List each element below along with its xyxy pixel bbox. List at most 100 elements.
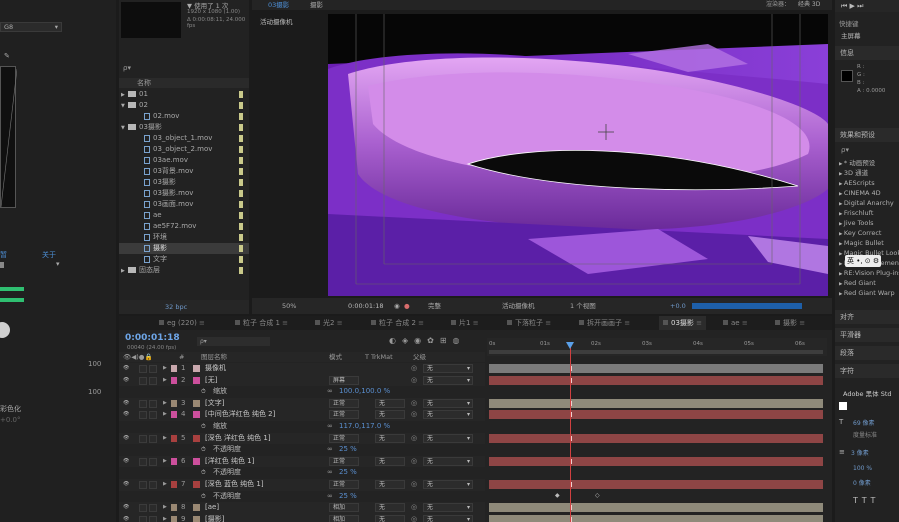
- close-icon[interactable]: ≡: [197, 319, 205, 327]
- close-icon[interactable]: ≡: [740, 319, 748, 327]
- layer-name[interactable]: [文字]: [205, 398, 224, 410]
- effect-category[interactable]: ▶ Frischluft: [839, 208, 873, 218]
- render-canvas[interactable]: [328, 14, 828, 296]
- work-area-bar[interactable]: [489, 350, 823, 354]
- timeline-tab[interactable]: 拆开画画子 ≡: [579, 316, 630, 330]
- property-row[interactable]: ⏱ 缩放 ∞ 117.0,117.0 %: [119, 421, 485, 433]
- project-item[interactable]: 文字: [119, 254, 249, 265]
- baseline-value[interactable]: 0 像素: [853, 478, 871, 487]
- channel-dropdown[interactable]: G8 ▾: [0, 22, 62, 32]
- property-value[interactable]: 25 %: [339, 444, 357, 456]
- trkmat-select[interactable]: 无: [375, 480, 405, 489]
- project-item[interactable]: ae: [119, 210, 249, 221]
- effect-category[interactable]: ▶ RE:Vision Plug-ins: [839, 268, 899, 278]
- comp-breadcrumb[interactable]: 摄影: [310, 0, 323, 10]
- solo-toggle[interactable]: [139, 399, 147, 408]
- play-icon[interactable]: ▶: [850, 2, 855, 10]
- timeline-tab[interactable]: eg (220) ≡: [159, 316, 205, 330]
- pickwhip-icon[interactable]: ◎: [411, 375, 417, 387]
- parent-select[interactable]: 无 ▾: [423, 398, 473, 408]
- effect-category[interactable]: ▶ Red Giant: [839, 278, 876, 288]
- project-item[interactable]: ▼ 02: [119, 100, 249, 111]
- timeline-tab[interactable]: 粒子 合成 2 ≡: [371, 316, 424, 330]
- stopwatch-icon[interactable]: ⏱: [201, 386, 206, 398]
- twirl-icon[interactable]: ▶: [163, 375, 167, 387]
- close-icon[interactable]: ≡: [694, 319, 702, 327]
- hue-dial[interactable]: [0, 322, 10, 338]
- blend-mode-select[interactable]: 相加: [329, 503, 359, 513]
- visibility-toggle[interactable]: 👁: [123, 409, 129, 421]
- close-icon[interactable]: ≡: [280, 319, 288, 327]
- layer-row[interactable]: 👁 ▶ 3 [文字] 正常无 ◎ 无 ▾: [119, 397, 485, 410]
- label-color-swatch[interactable]: [239, 267, 243, 274]
- layer-name[interactable]: [无]: [205, 375, 217, 387]
- reset-link[interactable]: 暂: [0, 250, 7, 260]
- stopwatch-icon[interactable]: ⏱: [201, 444, 206, 456]
- zoom-select[interactable]: 50%: [282, 298, 296, 314]
- about-link[interactable]: 关于: [42, 250, 56, 260]
- layer-name[interactable]: [洋红色 纯色 1]: [205, 456, 254, 468]
- twirl-icon[interactable]: ▶: [121, 266, 128, 277]
- effect-category[interactable]: ▶ * 动画预设: [839, 158, 875, 168]
- project-search-input[interactable]: ρ▾: [123, 64, 131, 72]
- trkmat-select[interactable]: 无: [375, 398, 405, 408]
- property-row[interactable]: ⏱ 不透明度 ∞ 25 %: [119, 444, 485, 456]
- bpc-label[interactable]: 32 bpc: [165, 300, 187, 314]
- project-item[interactable]: ▼ 03摄影: [119, 122, 249, 133]
- project-item[interactable]: 环境: [119, 232, 249, 243]
- lock-toggle[interactable]: [149, 376, 157, 385]
- label-color-swatch[interactable]: [239, 212, 243, 219]
- blend-mode-select[interactable]: 正常: [329, 480, 359, 489]
- label-color-swatch[interactable]: [239, 146, 243, 153]
- label-color-swatch[interactable]: [239, 168, 243, 175]
- label-color-swatch[interactable]: [171, 365, 177, 372]
- timeline-tab[interactable]: 片1 ≡: [451, 316, 479, 330]
- first-frame-icon[interactable]: ⏮: [841, 2, 847, 10]
- effect-category[interactable]: ▶ Magic Bullet: [839, 238, 884, 248]
- pickwhip-icon[interactable]: ◎: [411, 398, 417, 410]
- layer-row[interactable]: 👁 ▶ 1 摄像机 ◎ 无 ▾: [119, 363, 485, 375]
- pickwhip-icon[interactable]: ◎: [411, 433, 417, 445]
- project-item[interactable]: 03画面.mov: [119, 199, 249, 210]
- parent-select[interactable]: 无 ▾: [423, 364, 473, 373]
- renderer-value[interactable]: 经典 3D: [798, 0, 820, 10]
- twirl-icon[interactable]: ▶: [163, 479, 167, 491]
- property-value[interactable]: 25 %: [339, 491, 357, 503]
- effect-category[interactable]: ▶ Digital Anarchy: [839, 198, 894, 208]
- project-item[interactable]: 03背景.mov: [119, 166, 249, 177]
- font-size-value[interactable]: 69 像素: [853, 418, 875, 427]
- close-icon[interactable]: ≡: [543, 319, 551, 327]
- layer-row[interactable]: 👁 ▶ 2 [无] 屏幕 ◎ 无 ▾: [119, 374, 485, 387]
- timeline-tab[interactable]: 光2 ≡: [315, 316, 343, 330]
- project-item[interactable]: ae5F72.mov: [119, 221, 249, 232]
- effect-category[interactable]: ▶ Red Giant Warp: [839, 288, 895, 298]
- visibility-toggle[interactable]: 👁: [123, 514, 129, 522]
- chevron-down-icon[interactable]: ▾: [56, 260, 60, 268]
- parent-select[interactable]: 无 ▾: [423, 480, 473, 489]
- layer-row[interactable]: 👁 ▶ 8 [ae] 相加无 ◎ 无 ▾: [119, 502, 485, 514]
- blend-mode-select[interactable]: 屏幕: [329, 375, 359, 385]
- layer-name[interactable]: [ae]: [205, 502, 219, 514]
- keyframe-icon[interactable]: ◇: [595, 492, 600, 499]
- lock-toggle[interactable]: [149, 411, 157, 420]
- visibility-toggle[interactable]: 👁: [123, 433, 129, 445]
- trkmat-select[interactable]: 无: [375, 410, 405, 420]
- layer-name[interactable]: 摄像机: [205, 363, 226, 375]
- close-icon[interactable]: ≡: [416, 319, 424, 327]
- property-row[interactable]: ⏱ 不透明度 ∞ 25 %: [119, 491, 485, 503]
- project-item[interactable]: 03ae.mov: [119, 155, 249, 166]
- wrench-icon[interactable]: ✎: [4, 52, 10, 60]
- trkmat-select[interactable]: 无: [375, 503, 405, 513]
- blend-mode-select[interactable]: 正常: [329, 410, 359, 420]
- property-row[interactable]: ⏱ 缩放 ∞ 100.0,100.0 %: [119, 386, 485, 398]
- layer-duration-bar[interactable]: [489, 480, 823, 489]
- kerning-value[interactable]: 度量标准: [853, 430, 877, 439]
- quality-select[interactable]: 完整: [428, 298, 441, 314]
- green-slider-2[interactable]: [0, 298, 24, 302]
- solo-toggle[interactable]: [139, 481, 147, 489]
- layer-name[interactable]: [深色 蓝色 纯色 1]: [205, 479, 264, 491]
- layer-name[interactable]: [摄影]: [205, 514, 224, 522]
- layer-duration-bar[interactable]: [489, 398, 823, 408]
- effects-search-input[interactable]: ρ▾: [841, 146, 849, 154]
- trkmat-select[interactable]: 无: [375, 514, 405, 522]
